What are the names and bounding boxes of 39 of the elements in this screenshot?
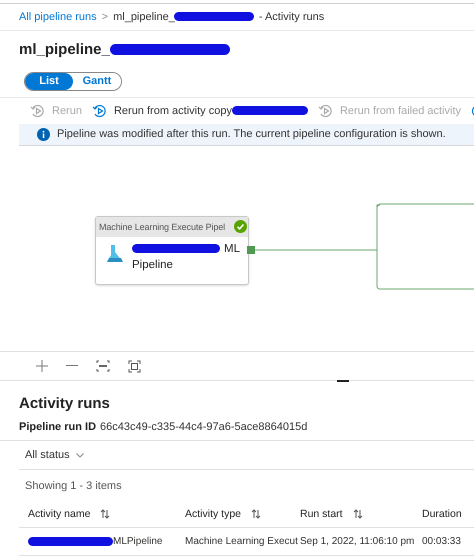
section-heading: Activity runs <box>19 395 110 412</box>
sort-icon <box>251 508 262 519</box>
item-count: Showing 1 - 3 items <box>24 479 123 494</box>
column-header[interactable]: Activity type <box>185 508 262 520</box>
rerun-icon <box>30 104 46 118</box>
breadcrumb-separator: > <box>102 10 108 23</box>
info-message: Pipeline was modified after this run. The current pipeline configuration is shown. <box>57 128 446 140</box>
breadcrumb-current: - Activity runs <box>258 10 324 23</box>
table-cell-text: Sep 1, 2022, 11:06:10 pm <box>300 536 416 548</box>
activity-type-label: Machine Learning Execute Pipel <box>99 222 226 232</box>
run-id-value: 66c43c49-c335-44c4-97a6-5ace8864015d <box>100 421 308 434</box>
table-cell-text: Machine Learning Execut <box>185 536 299 548</box>
sort-icon <box>100 508 110 519</box>
zoom-in-icon[interactable] <box>36 360 48 372</box>
reset-zoom-icon[interactable] <box>96 360 110 372</box>
activity-name: Pipeline <box>132 258 174 271</box>
page-title: ml_pipeline_ <box>19 41 110 58</box>
activity-name: ML <box>224 242 240 255</box>
fit-to-screen-icon[interactable] <box>128 360 141 373</box>
view-tab[interactable]: List <box>25 72 73 90</box>
rerun-button[interactable]: Rerun from activity copy <box>92 104 308 118</box>
output-port[interactable] <box>247 246 255 254</box>
flask-icon <box>104 242 126 265</box>
breadcrumb-link[interactable]: All pipeline runs <box>19 10 97 23</box>
sort-icon <box>352 508 363 519</box>
rerun-icon <box>318 104 334 118</box>
column-header[interactable]: Duration <box>422 508 462 520</box>
info-icon <box>37 128 50 141</box>
column-header[interactable]: Run start <box>300 508 363 520</box>
table-cell: MLPipeline <box>113 536 162 548</box>
chevron-down-icon <box>76 452 84 458</box>
resize-handle[interactable] <box>337 380 349 382</box>
breadcrumb-current: ml_pipeline_ <box>113 10 175 23</box>
rerun-icon <box>92 104 108 118</box>
status-filter-dropdown[interactable]: All status <box>25 441 85 470</box>
column-header[interactable]: Activity name <box>28 508 110 520</box>
table-cell-text: 00:03:33 <box>422 536 462 548</box>
activity-node[interactable]: Machine Learning Execute Pipel ML Pipeline <box>95 216 249 285</box>
run-id-label: Pipeline run ID <box>19 421 96 434</box>
